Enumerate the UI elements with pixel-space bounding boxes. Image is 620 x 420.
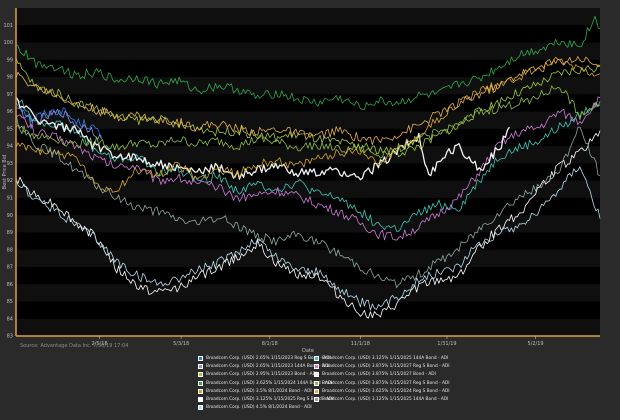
legend-swatch — [314, 372, 319, 378]
legend-swatch — [314, 388, 319, 394]
y-tick-label: 95 — [7, 126, 13, 132]
legend-item[interactable]: Broadcom Corp. (USD) 3.125% 1/15/2025 14… — [314, 355, 448, 362]
legend-item[interactable]: Broadcom Corp. (USD) 3.875% 1/15/2027 Re… — [314, 380, 450, 387]
y-tick-label: 83 — [7, 334, 13, 340]
y-tick-label: 94 — [7, 144, 13, 150]
legend-item[interactable]: Broadcom Corp. (USD) 3.875% 1/15/2027 Bo… — [314, 371, 436, 378]
grid-band — [16, 42, 600, 60]
legend-swatch — [314, 397, 319, 402]
legend-item[interactable]: Broadcom Corp. (USD) 3.125% 1/15/2025 14… — [314, 396, 448, 403]
source-note: Source: Advantage Data Inc. 7/30/19 17:0… — [20, 343, 129, 349]
legend-swatch — [198, 364, 203, 370]
x-tick-label: 5/2/19 — [528, 341, 544, 347]
x-tick-label: 1/31/19 — [437, 341, 456, 347]
legend-label: Broadcom Corp. (USD) 3.125% 1/15/2025 14… — [322, 397, 449, 402]
y-tick-label: 85 — [7, 299, 13, 305]
legend-swatch — [198, 380, 203, 386]
x-tick-label: 11/1/18 — [351, 341, 370, 347]
y-tick-label: 101 — [3, 23, 13, 29]
y-tick-label: 100 — [3, 40, 13, 46]
legend-item[interactable]: Broadcom Corp. (USD) 3.5% 8/1/2024 Bond … — [198, 388, 312, 395]
legend-label: Broadcom Corp. (USD) 4.5% 8/1/2024 Bond … — [206, 405, 312, 411]
grid-band — [16, 249, 600, 267]
legend-label: Broadcom Corp. (USD) 3.875% 1/15/2027 Re… — [322, 380, 450, 386]
y-tick-label: 91 — [7, 195, 13, 201]
grid-band — [16, 146, 600, 164]
y-tick-label: 87 — [7, 265, 13, 271]
legend-label: Broadcom Corp. (USD) 3.875% 1/15/2027 Re… — [322, 364, 450, 370]
legend-label: Broadcom Corp. (USD) 2.95% 1/15/2023 Bon… — [206, 372, 318, 378]
legend-swatch — [314, 356, 319, 361]
legend-swatch — [314, 364, 319, 370]
legend-item[interactable]: Broadcom Corp. (USD) 2.65% 1/15/2023 Reg… — [198, 355, 331, 362]
legend-item[interactable]: Broadcom Corp. (USD) 3.875% 1/15/2027 Re… — [314, 363, 450, 370]
legend-label: Broadcom Corp. (USD) 2.65% 1/15/2023 144… — [206, 364, 330, 370]
y-tick-label: 89 — [7, 230, 13, 236]
legend-item[interactable]: Broadcom Corp. (USD) 4.5% 8/1/2024 Bond … — [198, 404, 312, 411]
legend-label: Broadcom Corp. (USD) 3.125% 1/15/2025 14… — [322, 356, 449, 361]
y-tick-label: 84 — [7, 316, 13, 322]
x-axis-ticks: 2/5/18 5/3/18 8/1/18 11/1/18 1/31/19 5/2/19 — [92, 336, 544, 347]
legend-swatch — [198, 388, 203, 394]
grid-band — [16, 318, 600, 336]
y-tick-label: 99 — [7, 57, 13, 63]
y-tick-label: 86 — [7, 282, 13, 288]
grid-band — [16, 284, 600, 302]
legend-label: Broadcom Corp. (USD) 3.5% 8/1/2024 Bond … — [206, 388, 312, 394]
y-tick-label: 98 — [7, 75, 13, 81]
y-tick-label: 90 — [7, 213, 13, 219]
legend-swatch — [314, 380, 319, 386]
x-axis-title: Date — [302, 348, 314, 354]
legend-item[interactable]: Broadcom Corp. (USD) 2.65% 1/15/2023 144… — [198, 363, 330, 370]
plot-background-bands — [16, 8, 600, 336]
legend-swatch — [198, 405, 203, 411]
x-tick-label: 8/1/18 — [262, 341, 278, 347]
x-tick-label: 5/3/18 — [173, 341, 189, 347]
legend-swatch — [198, 356, 203, 361]
legend-swatch — [198, 397, 203, 402]
legend-swatch — [198, 372, 203, 378]
legend-item[interactable]: Broadcom Corp. (USD) 3.625% 1/15/2024 14… — [198, 380, 332, 387]
legend-label: Broadcom Corp. (USD) 3.875% 1/15/2027 Bo… — [322, 372, 436, 378]
y-tick-label: 88 — [7, 247, 13, 253]
y-tick-label: 96 — [7, 109, 13, 115]
legend-label: Broadcom Corp. (USD) 2.65% 1/15/2023 Reg… — [206, 356, 331, 361]
legend-item[interactable]: Broadcom Corp. (USD) 3.625% 1/15/2024 Re… — [314, 388, 450, 395]
grid-band — [16, 8, 600, 26]
y-axis-title: Best Price Bid — [2, 155, 8, 189]
legend-item[interactable]: Broadcom Corp. (USD) 2.95% 1/15/2023 Bon… — [198, 371, 317, 378]
legend-label: Broadcom Corp. (USD) 3.625% 1/15/2024 Re… — [322, 388, 450, 394]
grid-band — [16, 111, 600, 129]
y-tick-label: 97 — [7, 92, 13, 98]
